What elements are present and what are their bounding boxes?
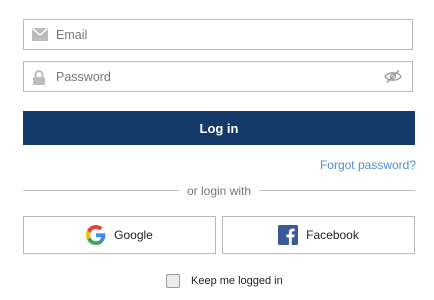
keep-logged-in-label: Keep me logged in <box>191 275 283 287</box>
login-button[interactable]: Log in <box>23 111 415 145</box>
facebook-login-button[interactable]: Facebook <box>222 216 415 254</box>
divider-label: or login with <box>186 184 252 198</box>
email-input[interactable] <box>56 20 372 49</box>
google-login-button[interactable]: Google <box>23 216 216 254</box>
forgot-password-link[interactable]: Forgot password? <box>320 158 416 172</box>
email-field[interactable] <box>23 19 413 50</box>
eye-slash-icon[interactable] <box>384 69 402 84</box>
divider: or login with <box>23 183 415 199</box>
envelope-icon <box>32 27 48 42</box>
lock-icon <box>32 70 48 85</box>
keep-logged-in-checkbox[interactable]: Keep me logged in <box>166 272 283 290</box>
google-icon <box>86 225 106 245</box>
facebook-icon <box>278 225 299 245</box>
facebook-label: Facebook <box>306 228 359 242</box>
password-field[interactable] <box>23 61 413 92</box>
divider-line-right <box>259 190 415 191</box>
password-input[interactable] <box>56 62 372 91</box>
checkbox-box[interactable] <box>166 274 180 288</box>
google-label: Google <box>114 228 153 242</box>
